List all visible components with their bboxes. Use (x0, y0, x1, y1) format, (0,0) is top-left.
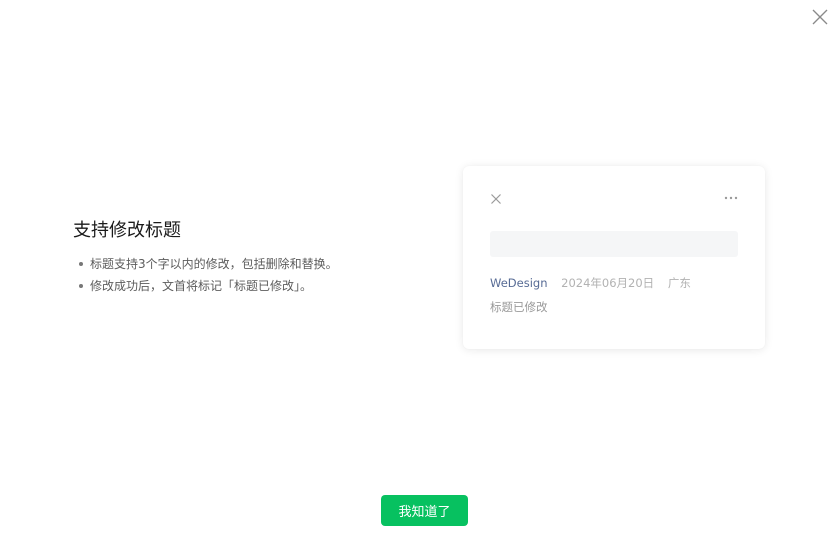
more-icon (724, 191, 738, 205)
article-author: WeDesign (490, 276, 548, 290)
article-meta: WeDesign 2024年06月20日 广东 (490, 275, 691, 291)
article-preview-card: WeDesign 2024年06月20日 广东 标题已修改 (463, 166, 765, 349)
close-icon (812, 9, 828, 25)
title-placeholder (490, 231, 738, 257)
article-location: 广东 (667, 276, 691, 290)
confirm-button[interactable]: 我知道了 (381, 495, 468, 526)
bullet-dot (79, 284, 83, 288)
feature-list-item: 修改成功后，文首将标记「标题已修改」。 (73, 275, 393, 297)
dialog-close-button[interactable] (810, 7, 830, 27)
bullet-dot (79, 262, 83, 266)
feature-item-text: 标题支持3个字以内的修改，包括删除和替换。 (90, 257, 338, 271)
article-date: 2024年06月20日 (561, 276, 655, 290)
feature-list: 标题支持3个字以内的修改，包括删除和替换。 修改成功后，文首将标记「标题已修改」… (73, 253, 393, 297)
feature-description: 支持修改标题 标题支持3个字以内的修改，包括删除和替换。 修改成功后，文首将标记… (73, 218, 393, 297)
feature-title: 支持修改标题 (73, 220, 181, 241)
feature-list-item: 标题支持3个字以内的修改，包括删除和替换。 (73, 253, 393, 275)
feature-item-text: 修改成功后，文首将标记「标题已修改」。 (90, 279, 313, 293)
title-edited-label: 标题已修改 (490, 300, 548, 314)
preview-close-icon (490, 193, 502, 205)
